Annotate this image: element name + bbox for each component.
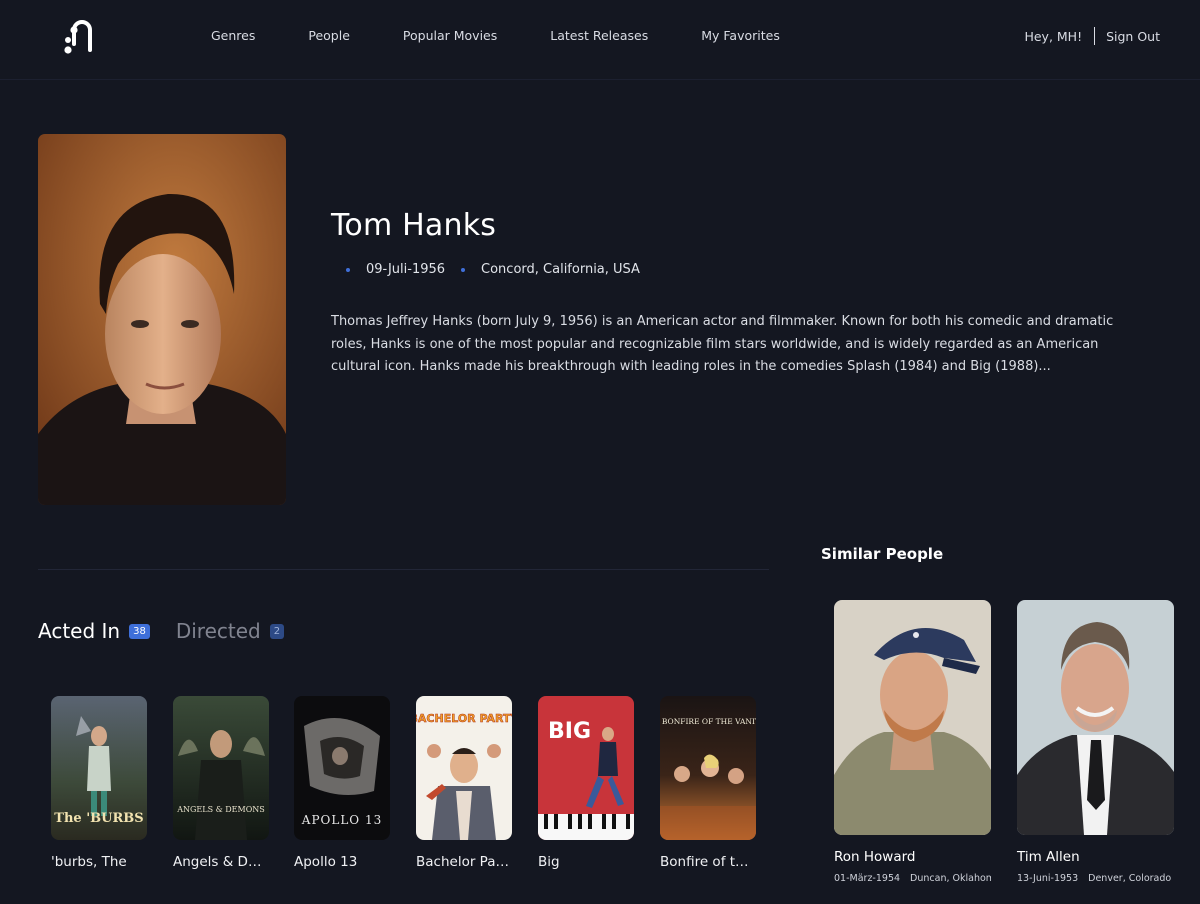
similar-people-heading: Similar People [821, 545, 944, 563]
user-menu: Hey, MH! Sign Out [1024, 27, 1160, 45]
top-nav: Genres People Popular Movies Latest Rele… [0, 0, 1200, 80]
movie-card[interactable]: APOLLO 13 Apollo 13 [294, 696, 390, 870]
movie-card[interactable]: BACHELOR PARTY Bachelor Party [416, 696, 512, 870]
nav-link-genres[interactable]: Genres [211, 28, 255, 43]
nav-link-my-favorites[interactable]: My Favorites [701, 28, 780, 43]
person-photo [1017, 600, 1174, 835]
similar-person-name: Tim Allen [1017, 849, 1080, 865]
tab-directed[interactable]: Directed 2 [175, 619, 285, 643]
similar-person-meta: 01-März-1954 Duncan, Oklahoma [834, 873, 991, 884]
movie-title: Angels & Demons [173, 854, 269, 870]
movie-poster: BACHELOR PARTY [416, 696, 512, 840]
similar-person-card[interactable]: Tim Allen 13-Juni-1953 Denver, Colorado [1017, 600, 1174, 884]
divider [38, 569, 769, 570]
similar-person-birthplace: Denver, Colorado [1088, 873, 1172, 884]
movie-card[interactable]: BIG Big [538, 696, 634, 870]
person-portrait [38, 134, 286, 505]
nav-divider [1094, 27, 1096, 45]
movie-poster: The 'BURBS [51, 696, 147, 840]
user-greeting[interactable]: Hey, MH! [1024, 29, 1082, 44]
poster-text: BIG [548, 719, 591, 744]
tab-label: Directed [175, 619, 261, 643]
poster-text: THE BONFIRE OF THE VANITIES [660, 717, 756, 726]
person-meta: 09-Juli-1956 Concord, California, USA [346, 262, 656, 277]
person-birthdate: 09-Juli-1956 [366, 262, 446, 277]
nav-link-popular-movies[interactable]: Popular Movies [403, 28, 497, 43]
count-badge: 38 [129, 623, 150, 639]
tab-acted-in[interactable]: Acted In 38 [38, 619, 150, 643]
similar-person-card[interactable]: Ron Howard 01-März-1954 Duncan, Oklahoma [834, 600, 991, 884]
person-name: Tom Hanks [331, 208, 497, 243]
movie-title: Apollo 13 [294, 854, 358, 870]
movie-poster: BIG [538, 696, 634, 840]
movie-card[interactable]: THE BONFIRE OF THE VANITIES Bonfire of t… [660, 696, 756, 870]
bullet-icon [461, 267, 466, 272]
person-birthplace: Concord, California, USA [481, 262, 640, 277]
poster-text: The 'BURBS [54, 811, 143, 826]
similar-person-birthdate: 13-Juni-1953 [1017, 873, 1079, 884]
poster-text: ANGELS & DEMONS [176, 805, 265, 814]
similar-person-birthplace: Duncan, Oklahoma [910, 873, 991, 884]
movie-title: Big [538, 854, 560, 870]
nav-links: Genres People Popular Movies Latest Rele… [211, 28, 833, 43]
filmography-tabs: Acted In 38 Directed 2 [38, 619, 310, 643]
movie-title: Bonfire of the Vanities [660, 854, 756, 870]
bullet-icon [346, 267, 350, 272]
movie-strip: The 'BURBS 'burbs, The ANGELS & DEMONS A… [51, 696, 761, 886]
similar-person-meta: 13-Juni-1953 Denver, Colorado [1017, 873, 1174, 884]
logo-icon[interactable] [62, 20, 102, 54]
person-photo [834, 600, 991, 835]
nav-link-latest-releases[interactable]: Latest Releases [550, 28, 648, 43]
similar-person-birthdate: 01-März-1954 [834, 873, 901, 884]
nav-link-people[interactable]: People [308, 28, 350, 43]
movie-title: Bachelor Party [416, 854, 512, 870]
similar-person-name: Ron Howard [834, 849, 916, 865]
movie-poster: THE BONFIRE OF THE VANITIES [660, 696, 756, 840]
movie-poster: APOLLO 13 [294, 696, 390, 840]
page: Genres People Popular Movies Latest Rele… [0, 0, 1200, 904]
poster-text: APOLLO 13 [301, 813, 382, 827]
tab-label: Acted In [38, 619, 121, 643]
movie-poster: ANGELS & DEMONS [173, 696, 269, 840]
movie-title: 'burbs, The [51, 854, 127, 870]
movie-card[interactable]: The 'BURBS 'burbs, The [51, 696, 147, 870]
sign-out-button[interactable]: Sign Out [1106, 29, 1160, 44]
count-badge: 2 [269, 623, 285, 639]
poster-text: BACHELOR PARTY [416, 712, 512, 725]
person-bio: Thomas Jeffrey Hanks (born July 9, 1956)… [331, 314, 1114, 374]
movie-card[interactable]: ANGELS & DEMONS Angels & Demons [173, 696, 269, 870]
